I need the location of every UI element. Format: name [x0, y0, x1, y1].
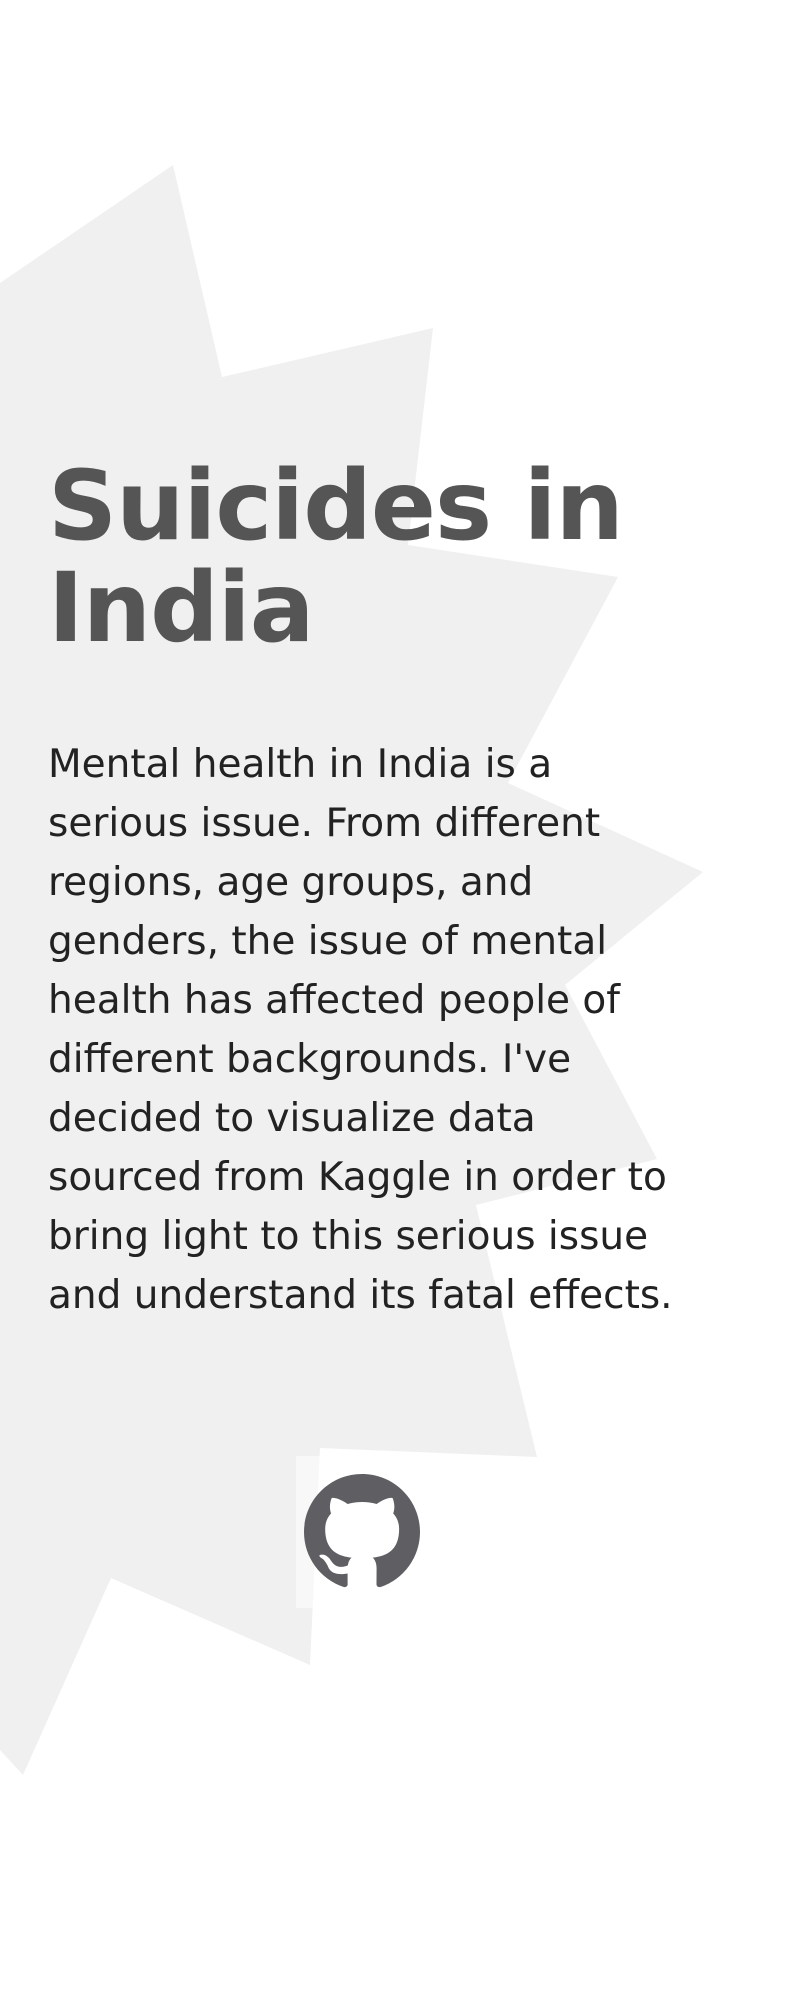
github-icon — [304, 1474, 420, 1588]
hero-section: Suicides in India Mental health in India… — [48, 455, 708, 1325]
intro-paragraph: Mental health in India is a serious issu… — [48, 742, 673, 1318]
page-title: Suicides in India — [48, 450, 624, 664]
github-link[interactable] — [296, 1456, 428, 1608]
